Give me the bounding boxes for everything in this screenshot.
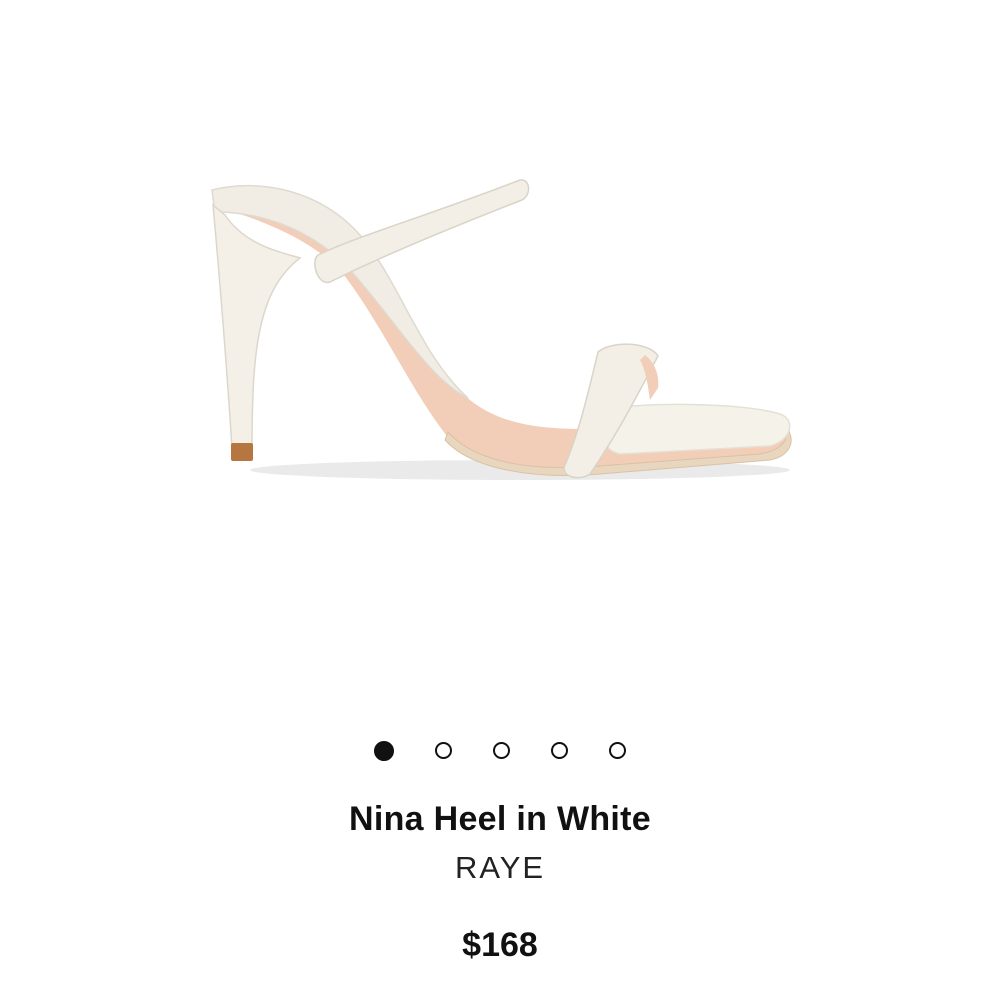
carousel-dot-5[interactable]	[609, 742, 626, 759]
product-price: $168	[462, 926, 538, 964]
stiletto-heel	[212, 203, 302, 449]
carousel-pagination	[0, 741, 1000, 761]
product-name: Nina Heel in White	[349, 800, 651, 838]
product-image[interactable]	[0, 0, 1000, 700]
sandal-illustration	[211, 179, 792, 480]
heel-tip	[231, 443, 253, 461]
carousel-dot-1[interactable]	[374, 741, 394, 761]
product-brand[interactable]: RAYE	[0, 850, 1000, 886]
carousel-dot-4[interactable]	[551, 742, 568, 759]
carousel-dot-3[interactable]	[493, 742, 510, 759]
carousel-dot-2[interactable]	[435, 742, 452, 759]
